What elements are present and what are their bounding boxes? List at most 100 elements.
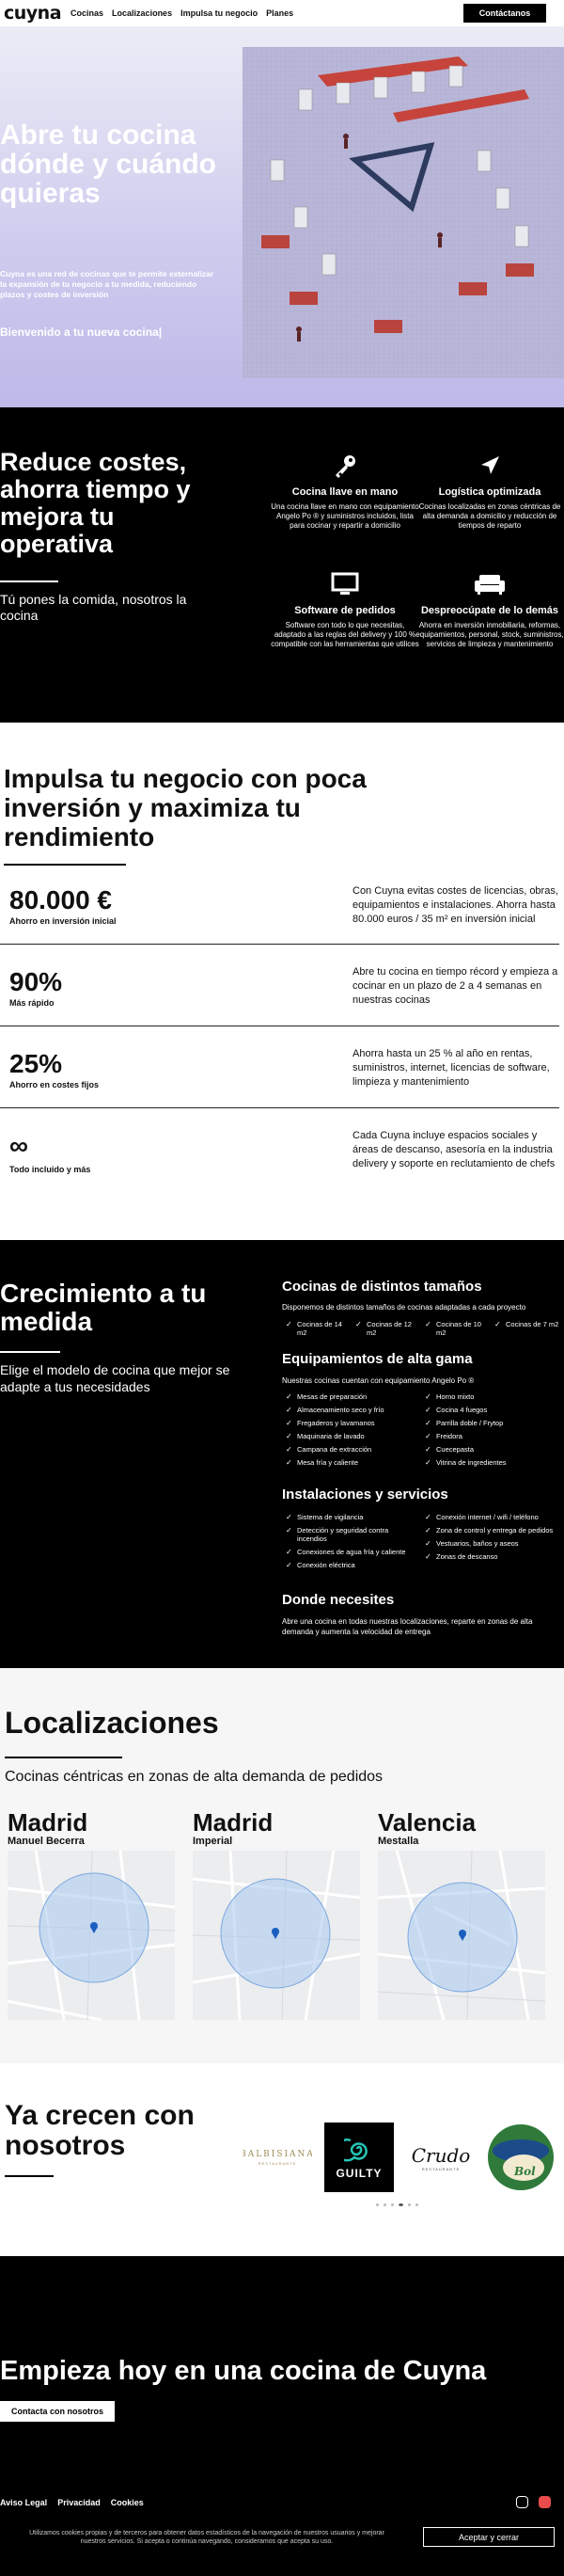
feature-title: Software de pedidos <box>294 605 396 616</box>
logo[interactable]: cuyna <box>4 3 62 24</box>
nav-link-localizaciones[interactable]: Localizaciones <box>112 8 172 18</box>
location-card[interactable]: Valencia Mestalla <box>378 1809 547 2020</box>
stat-value: ∞ <box>9 1131 28 1160</box>
growth-title: Crecimiento a tu medida <box>0 1279 207 1336</box>
stat-value: 80.000 € <box>9 885 112 914</box>
benefits-title: Reduce costes, ahorra tiempo y mejora tu… <box>0 448 191 558</box>
check-item: Horno mixto <box>425 1392 556 1401</box>
feature-text: Una cocina llave en mano con equipamient… <box>271 502 419 530</box>
check-item: Cocinas de 14 m2 <box>286 1320 352 1337</box>
stat-label: Todo incluido y más <box>9 1165 91 1174</box>
check-item: Cocinas de 7 m2 <box>494 1320 560 1328</box>
location-map[interactable] <box>8 1851 175 2020</box>
stat-text: Ahorra hasta un 25 % al año en rentas, s… <box>352 1048 550 1088</box>
cookie-text: Utilizamos cookies propias y de terceros… <box>29 2530 384 2545</box>
feature-title: Logística optimizada <box>438 486 541 498</box>
divider <box>4 864 126 866</box>
feature-carefree: Despreocúpate de lo demás Ahorra en inve… <box>415 567 564 649</box>
growth-section: Crecimiento a tu medida Elige el modelo … <box>0 1240 564 1668</box>
divider <box>5 2175 54 2177</box>
carousel-dots[interactable] <box>376 2203 418 2206</box>
footer-links: Aviso Legal Privacidad Cookies <box>0 2498 144 2507</box>
nav-link-cocinas[interactable]: Cocinas <box>70 8 103 18</box>
carousel-dot[interactable] <box>408 2203 411 2206</box>
hero-subtitle: Cuyna es una red de cocinas que te permi… <box>0 269 214 299</box>
check-item: Cuecepasta <box>425 1445 556 1454</box>
clients-title: Ya crecen con nosotros <box>5 2100 195 2161</box>
nav-link-impulsa[interactable]: Impulsa tu negocio <box>180 8 258 18</box>
divider <box>0 1351 60 1353</box>
feature-logistics: Logística optimizada Cocinas localizadas… <box>415 449 564 531</box>
sizes-text: Disponemos de distintos tamaños de cocin… <box>282 1303 526 1312</box>
benefits-section: Reduce costes, ahorra tiempo y mejora tu… <box>0 407 564 723</box>
client-logo-balbisiana: BALBISIANA RESTAURANTE <box>243 2149 312 2166</box>
location-map[interactable] <box>193 1851 360 2020</box>
sizes-title: Cocinas de distintos tamaños <box>282 1279 482 1295</box>
stat-value: 90% <box>9 967 63 996</box>
check-item: Conexiones de agua fría y caliente <box>286 1548 417 1556</box>
clients-section: Ya crecen con nosotros BALBISIANA RESTAU… <box>0 2063 564 2256</box>
check-item: Detección y seguridad contra incendios <box>286 1526 399 1543</box>
nav-link-planes[interactable]: Planes <box>266 8 293 18</box>
contact-button[interactable]: Contáctanos <box>463 4 546 23</box>
facilities-title: Instalaciones y servicios <box>282 1487 448 1503</box>
check-item: Cocinas de 12 m2 <box>355 1320 421 1337</box>
invest-section: Impulsa tu negocio con poca inversión y … <box>0 723 564 1240</box>
stat-label: Ahorro en inversión inicial <box>9 916 117 926</box>
check-item: Parrilla doble / Frytop <box>425 1419 556 1427</box>
location-card[interactable]: Madrid Manuel Becerra <box>8 1809 177 2020</box>
location-area: Mestalla <box>378 1836 419 1847</box>
check-item: Mesa fría y caliente <box>286 1458 417 1467</box>
cta-title: Empieza hoy en una cocina de Cuyna <box>0 2356 487 2386</box>
feature-text: Software con todo lo que necesitas, adap… <box>271 621 419 648</box>
check-item: Sistema de vigilancia <box>286 1513 417 1521</box>
check-item: Conexión eléctrica <box>286 1561 417 1569</box>
contact-us-button[interactable]: Contacta con nosotros <box>0 2401 116 2422</box>
feature-turnkey: Cocina llave en mano Una cocina llave en… <box>271 449 419 531</box>
hero-welcome: Bienvenido a tu nueva cocina| <box>0 326 163 339</box>
carousel-dot-active[interactable] <box>399 2203 403 2206</box>
carousel-dot[interactable] <box>376 2203 379 2206</box>
client-logo-crudo: Crudo RESTAURANTE <box>411 2143 471 2171</box>
kitchen-illustration <box>243 47 564 378</box>
divider <box>0 1107 559 1108</box>
location-city: Valencia <box>378 1808 477 1837</box>
check-item: Vitrina de ingredientes <box>425 1458 556 1467</box>
location-city: Madrid <box>8 1808 88 1837</box>
stat-label: Ahorro en costes fijos <box>9 1080 100 1089</box>
sofa-icon <box>415 567 564 601</box>
where-text: Abre una cocina en todas nuestras locali… <box>282 1617 533 1636</box>
stat-value: 25% <box>9 1049 63 1078</box>
cookie-banner: Utilizamos cookies propias y de terceros… <box>0 2523 564 2550</box>
check-item: Almacenamiento seco y frío <box>286 1406 417 1414</box>
check-item: Conexión internet / wifi / teléfono <box>425 1513 561 1521</box>
hero-title: Abre tu cocina dónde y cuándo quieras <box>0 119 217 209</box>
instagram-icon[interactable] <box>516 2496 528 2508</box>
check-item: Zona de control y entrega de pedidos <box>425 1526 561 1534</box>
top-nav: cuyna Cocinas Localizaciones Impulsa tu … <box>0 0 564 26</box>
feature-software: Software de pedidos Software con todo lo… <box>271 567 419 649</box>
footer-link-privacidad[interactable]: Privacidad <box>57 2498 101 2507</box>
locations-lead: Cocinas céntricas en zonas de alta deman… <box>5 1769 384 1785</box>
carousel-dot[interactable] <box>415 2203 418 2206</box>
carousel-dot[interactable] <box>384 2203 386 2206</box>
footer-link-aviso-legal[interactable]: Aviso Legal <box>0 2498 47 2507</box>
location-map[interactable] <box>378 1851 545 2020</box>
footer-link-cookies[interactable]: Cookies <box>111 2498 144 2507</box>
divider <box>0 944 559 945</box>
where-title: Donde necesites <box>282 1592 395 1608</box>
carousel-dot[interactable] <box>391 2203 394 2206</box>
app-icon[interactable] <box>539 2496 551 2508</box>
check-item: Mesas de preparación <box>286 1392 417 1401</box>
check-item: Fregaderos y lavamanos <box>286 1419 417 1427</box>
check-item: Cocinas de 10 m2 <box>425 1320 491 1337</box>
hero-section: Abre tu cocina dónde y cuándo quieras Cu… <box>0 26 564 407</box>
feature-text: Cocinas localizadas en zonas céntricas d… <box>418 502 561 530</box>
check-item: Maquinaria de lavado <box>286 1432 417 1440</box>
check-item: Vestuarios, baños y aseos <box>425 1539 561 1548</box>
location-card[interactable]: Madrid Imperial <box>193 1809 362 2020</box>
client-logo-guilty: GUILTY <box>324 2123 394 2192</box>
location-city: Madrid <box>193 1808 274 1837</box>
accept-cookies-button[interactable]: Aceptar y cerrar <box>423 2527 555 2547</box>
benefits-lead: Tú pones la comida, nosotros la cocina <box>0 592 187 623</box>
